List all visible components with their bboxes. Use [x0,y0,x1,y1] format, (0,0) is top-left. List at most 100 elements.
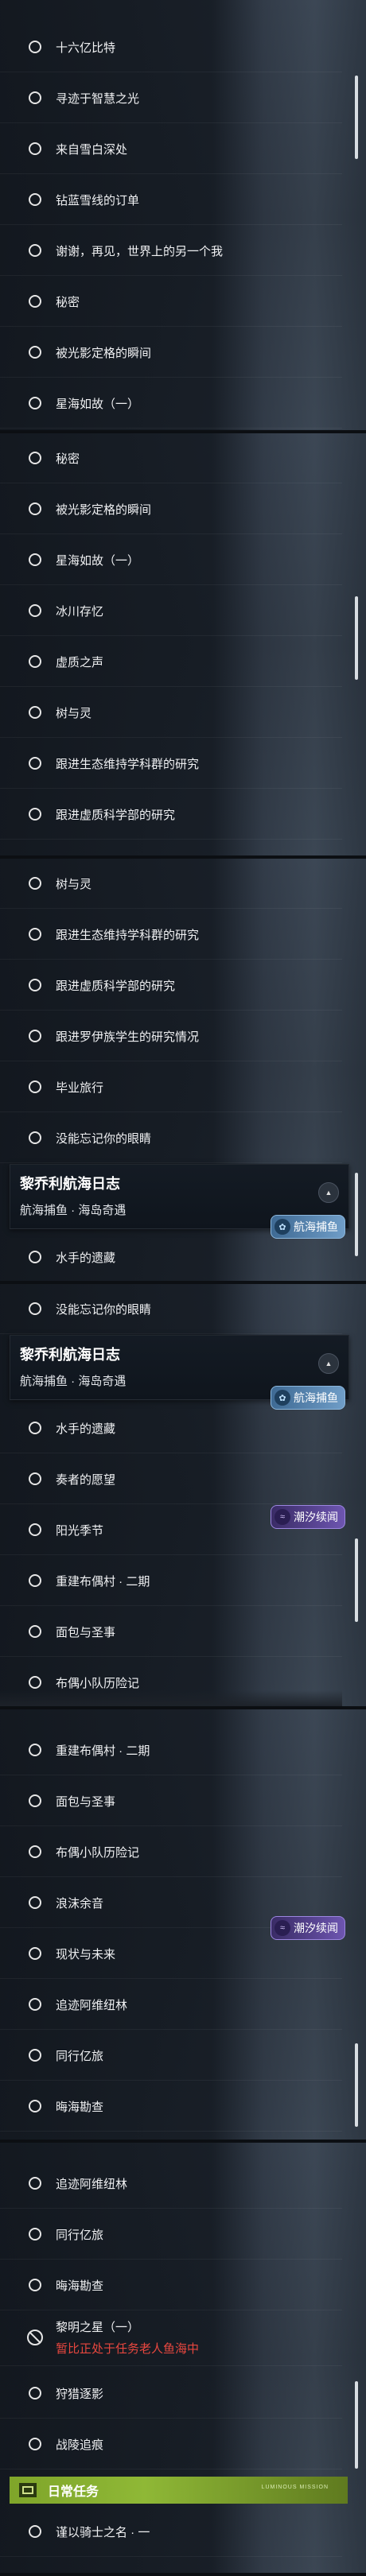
chapter-subtitle: 航海捕鱼 · 海岛奇遇 [20,1375,127,1388]
locked-quest-item[interactable]: 黎明之星（一） 暂比正处于任务老人鱼海中 [0,2310,342,2366]
quest-item[interactable]: 毕业旅行 [0,1062,342,1112]
quest-status-icon [29,757,41,770]
quest-status-icon [29,655,41,668]
quest-item[interactable]: 树与灵 [0,859,342,909]
quest-title: 重建布偶村 · 二期 [56,1744,150,1758]
book-icon [19,2483,37,2497]
quest-item[interactable]: 追迹阿维纽林 [0,2159,342,2209]
quest-title: 战陵追痕 [56,2438,104,2452]
quest-title: 阳光季节 [56,1523,104,1538]
quest-item[interactable]: 跟进虚质科学部的研究 [0,789,342,840]
quest-status-icon [29,295,41,308]
quest-item[interactable]: 星海如故（一） [0,535,342,585]
quest-item[interactable]: 面包与圣事 [0,1776,342,1826]
quest-status-icon [29,1131,41,1144]
quest-item[interactable]: 跟进生态维持学科群的研究 [0,910,342,960]
quest-title: 奏者的愿望 [56,1472,116,1487]
quest-item[interactable]: 面包与圣事 [0,1607,342,1657]
quest-title: 面包与圣事 [56,1625,116,1639]
quest-status-icon [29,1625,41,1638]
quest-item[interactable]: 跟进生态维持学科群的研究 [0,739,342,789]
quest-title: 谢谢，再见，世界上的另一个我 [56,244,224,258]
collapse-icon[interactable]: ▲ [318,1353,339,1374]
quest-item[interactable]: 布偶小队历险记 [0,1827,342,1877]
quest-status-icon [29,1845,41,1858]
quest-title: 跟进生态维持学科群的研究 [56,928,200,942]
quest-item[interactable]: 寻迹于智慧之光 [0,73,342,123]
quest-item[interactable]: 秘密 [0,277,342,327]
scrollbar[interactable] [355,2381,358,2469]
quest-item[interactable]: 阳光季节 [0,1505,342,1555]
quest-item[interactable]: 冰川存忆 [0,586,342,636]
scrollbar[interactable] [355,596,358,680]
quest-panel-1: 十六亿比特 寻迹于智慧之光 来自雪白深处 钻蓝雪线的订单 谢谢，再见，世界上的另… [0,0,366,433]
quest-title: 被光影定格的瞬间 [56,346,152,360]
quest-item[interactable]: 被光影定格的瞬间 [0,328,342,378]
quest-item[interactable]: 来自雪白深处 [0,124,342,174]
quest-item[interactable]: 现状与未来 [0,1929,342,1979]
quest-item[interactable]: 跟进虚质科学部的研究 [0,960,342,1011]
quest-status-icon [29,2387,41,2399]
quest-item[interactable]: 跟进罗伊族学生的研究情况 [0,1011,342,1061]
quest-item[interactable]: 狩猎逐影 [0,2368,342,2419]
quest-status-icon [29,1302,41,1315]
chapter-title: 黎乔利航海日志 [20,1347,120,1363]
quest-title: 跟进生态维持学科群的研究 [56,757,200,771]
quest-item[interactable]: 同行亿旅 [0,2209,342,2260]
scrollbar[interactable] [355,1173,358,1256]
quest-status-icon [29,1030,41,1042]
quest-item[interactable]: 被光影定格的瞬间 [0,484,342,534]
quest-title: 布偶小队历险记 [56,1676,140,1690]
quest-status-icon [29,2279,41,2291]
quest-panel-5: 重建布偶村 · 二期 面包与圣事 布偶小队历险记 浪沫余音 ≈ 潮汐续闻 现状与未… [0,1709,366,2143]
quest-title: 十六亿比特 [56,41,116,55]
quest-status-icon [29,1422,41,1434]
quest-title: 星海如故（一） [56,397,140,411]
quest-status-icon [29,2177,41,2190]
quest-item[interactable]: 战陵追痕 [0,2419,342,2469]
quest-title: 跟进罗伊族学生的研究情况 [56,1030,200,1044]
quest-status-icon [29,706,41,719]
chapter-subtitle: 航海捕鱼 · 海岛奇遇 [20,1204,127,1217]
quest-item[interactable]: 钻蓝雪线的订单 [0,175,342,225]
quest-item[interactable]: 星海如故（一） [0,378,342,429]
quest-item[interactable]: 谨以骑士之名 · 一 [0,2507,342,2557]
quest-title: 树与灵 [56,877,92,891]
quest-title: 同行亿旅 [56,2049,104,2063]
quest-item[interactable]: 树与灵 [0,688,342,738]
quest-item[interactable]: 水手的遗藏 [0,1403,342,1453]
quest-item[interactable]: 重建布偶村 · 二期 [0,1725,342,1775]
quest-title: 狩猎逐影 [56,2387,104,2401]
scrollbar[interactable] [355,1538,358,1622]
quest-title: 晦海勘查 [56,2279,104,2293]
quest-item[interactable]: 重建布偶村 · 二期 [0,1556,342,1606]
quest-item[interactable]: 虚质之声 [0,637,342,687]
quest-item[interactable]: 没能忘记你的眼睛 [0,1284,342,1334]
quest-item[interactable]: 追迹阿维纽林 [0,1980,342,2030]
quest-item[interactable]: 奏者的愿望 [0,1454,342,1504]
quest-status-icon [29,1251,41,1263]
quest-item[interactable]: 水手的遗藏 [0,1232,342,1282]
quest-item[interactable]: 秘密 [0,433,342,483]
quest-item[interactable]: 谢谢，再见，世界上的另一个我 [0,226,342,276]
quest-item[interactable]: 同行亿旅 [0,2031,342,2081]
quest-status-icon [29,41,41,53]
quest-title: 被光影定格的瞬间 [56,502,152,517]
quest-status-icon [29,2438,41,2450]
quest-status-icon [29,2049,41,2062]
collapse-icon[interactable]: ▲ [318,1182,339,1203]
quest-item[interactable]: 没能忘记你的眼睛 [0,1113,342,1163]
quest-item[interactable]: 十六亿比特 [0,22,342,72]
quest-status-icon [29,1676,41,1689]
quest-item[interactable]: 晦海勘查 [0,2081,342,2132]
quest-title: 重建布偶村 · 二期 [56,1574,150,1589]
quest-title: 谨以骑士之名 · 一 [56,2525,150,2539]
quest-status-icon [29,808,41,821]
quest-status-icon [29,877,41,890]
quest-status-icon [29,979,41,991]
quest-item[interactable]: 晦海勘查 [0,2260,342,2310]
locked-note: 暂比正处于任务老人鱼海中 [56,2342,200,2356]
scrollbar[interactable] [355,2043,358,2127]
scrollbar[interactable] [355,76,358,159]
daily-tasks-header[interactable]: 日常任务 LUMINOUS MISSION [10,2477,348,2504]
